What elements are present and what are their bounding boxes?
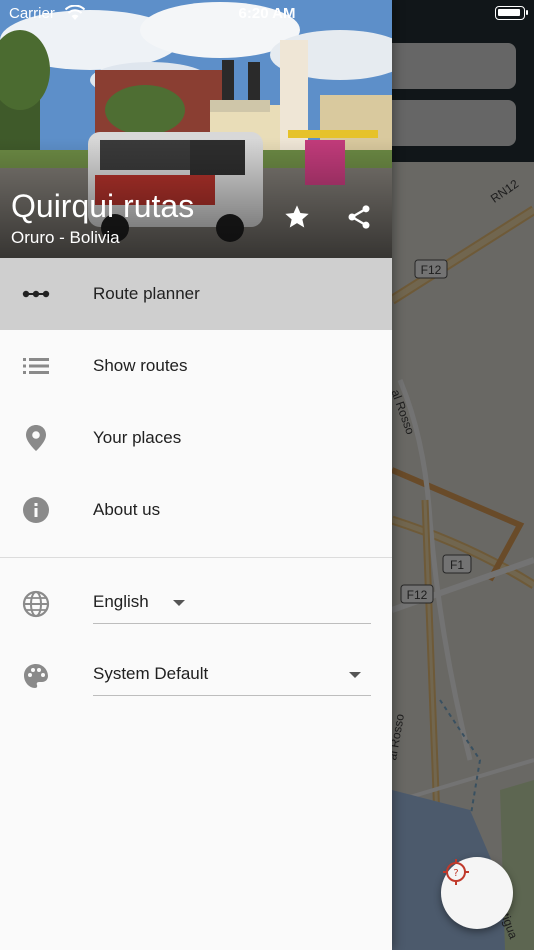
menu-item-label: Your places <box>93 428 182 447</box>
chevron-down-icon <box>173 600 185 606</box>
drawer-divider <box>0 557 392 558</box>
locate-button[interactable]: ? <box>441 857 513 929</box>
language-dropdown[interactable]: English <box>93 584 371 624</box>
status-bar: Carrier 6:20 AM <box>0 0 534 28</box>
menu-item-route-planner[interactable]: Route planner <box>0 258 392 330</box>
chevron-down-icon <box>349 672 361 678</box>
menu-item-label: About us <box>93 500 161 519</box>
language-setting: English <box>0 568 392 640</box>
app-subtitle: Oruro - Bolivia <box>11 228 120 247</box>
theme-dropdown[interactable]: System Default <box>93 656 371 696</box>
share-button[interactable] <box>345 203 377 235</box>
globe-icon <box>22 590 50 618</box>
palette-icon <box>22 662 50 690</box>
place-pin-icon <box>22 424 50 452</box>
share-icon <box>348 205 370 229</box>
favorite-button[interactable] <box>283 203 315 235</box>
menu-item-show-routes[interactable]: Show routes <box>0 330 392 402</box>
theme-setting: System Default <box>0 640 392 712</box>
svg-text:?: ? <box>453 868 458 879</box>
app-title: Quirqui rutas <box>11 188 195 224</box>
location-target-icon: ? <box>443 859 469 885</box>
clock: 6:20 AM <box>238 5 296 22</box>
info-icon <box>22 496 50 524</box>
theme-value: System Default <box>93 664 209 683</box>
navigation-drawer: Quirqui rutas Oruro - Bolivia Route plan… <box>0 0 392 950</box>
language-value: English <box>93 592 149 611</box>
menu-item-about-us[interactable]: About us <box>0 474 392 546</box>
route-icon <box>22 280 50 308</box>
list-icon <box>22 352 50 380</box>
menu-item-label: Route planner <box>93 284 200 303</box>
battery-icon <box>495 6 528 20</box>
star-icon <box>285 205 309 228</box>
menu-item-label: Show routes <box>93 356 188 375</box>
drawer-header: Quirqui rutas Oruro - Bolivia <box>0 0 392 258</box>
menu-item-your-places[interactable]: Your places <box>0 402 392 474</box>
